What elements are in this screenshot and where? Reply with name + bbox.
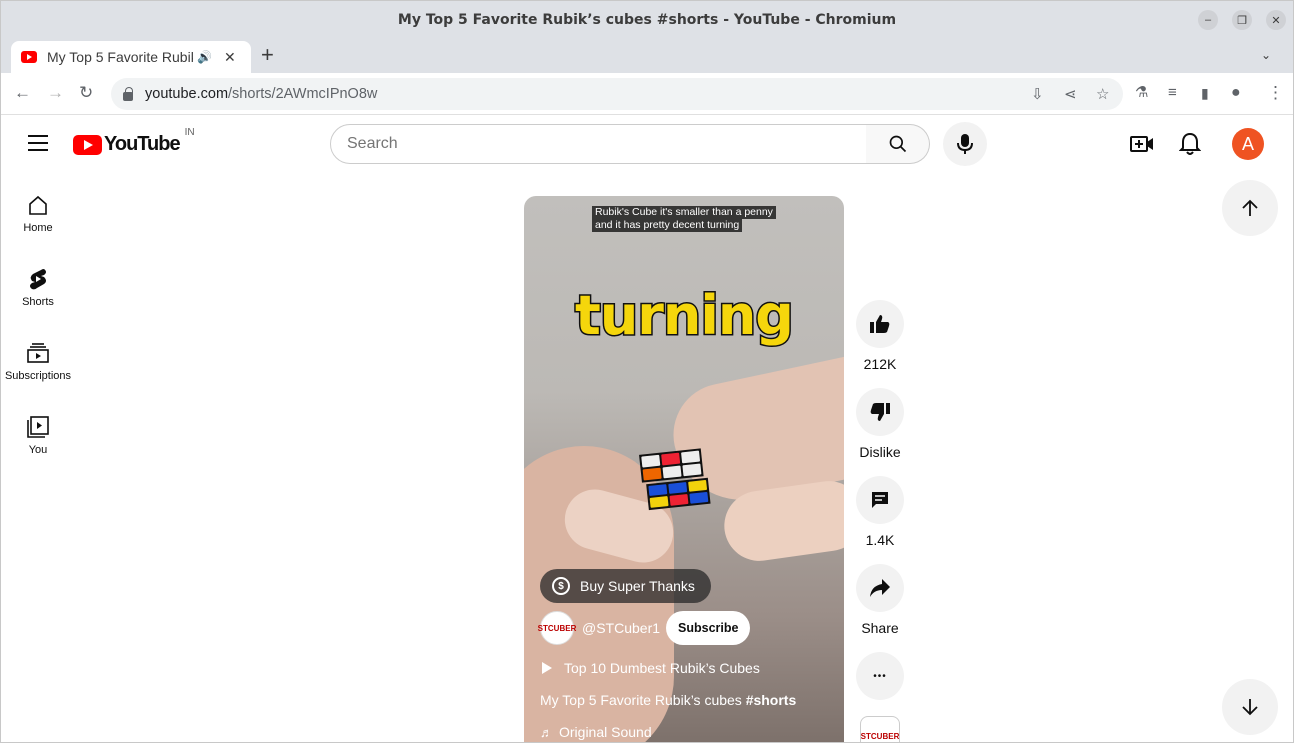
browser-menu-icon[interactable]: ⋮ [1267, 83, 1284, 103]
share-label: Share [861, 620, 899, 636]
music-note-icon: ♬ [540, 724, 553, 740]
video-caption: Rubik's Cube it's smaller than a penny an… [592, 206, 776, 232]
country-code: IN [184, 127, 195, 138]
related-video-title: Top 10 Dumbest Rubik’s Cubes [564, 660, 760, 676]
subscriptions-icon [27, 343, 49, 363]
forward-icon[interactable]: → [47, 83, 64, 103]
thumbs-up-icon [870, 315, 890, 333]
guide-menu-icon[interactable] [28, 135, 48, 156]
super-thanks-label: Buy Super Thanks [580, 578, 695, 594]
home-icon [29, 195, 47, 215]
create-video-icon[interactable] [1130, 133, 1154, 160]
youtube-logo[interactable]: YouTube IN [73, 127, 195, 156]
guide-label-you: You [28, 444, 48, 456]
guide-label-shorts: Shorts [22, 296, 54, 308]
reload-icon[interactable]: ↻ [79, 83, 93, 103]
arrow-up-icon [1242, 199, 1258, 216]
more-actions-button[interactable]: ••• [856, 652, 904, 700]
close-window-button[interactable]: ✕ [1266, 10, 1286, 30]
youtube-favicon-icon [21, 51, 37, 63]
play-icon [542, 662, 552, 674]
dislike-button[interactable] [856, 388, 904, 436]
restore-button[interactable]: ❐ [1232, 10, 1252, 30]
youtube-wordmark: YouTube [104, 133, 181, 155]
rubiks-cube-image [639, 448, 715, 515]
back-icon[interactable]: ← [14, 83, 31, 103]
browser-toolbar: ← → ↻ youtube.com/shorts/2AWmcIPnO8w ⇩ ⋖… [1, 73, 1293, 115]
comments-button[interactable] [856, 476, 904, 524]
share-arrow-icon [870, 579, 890, 597]
sound-label: Original Sound [559, 724, 652, 740]
thumbs-down-icon [870, 403, 890, 421]
guide-label-home: Home [23, 222, 53, 234]
media-controls-icon[interactable]: ≡ [1168, 83, 1177, 103]
search-icon [889, 135, 906, 153]
share-action: Share [856, 564, 904, 636]
notifications-bell-icon[interactable] [1178, 132, 1202, 161]
sound-thumbnail[interactable]: STCUBER [860, 716, 900, 742]
comments-action: 1.4K [856, 476, 904, 548]
channel-avatar[interactable]: STCUBER [538, 611, 576, 645]
tab-strip: My Top 5 Favorite Rubik’s cubes #shorts … [1, 39, 1293, 73]
youtube-play-icon [73, 134, 102, 155]
tab-title: My Top 5 Favorite Rubik’s cubes #shorts … [47, 49, 193, 65]
guide-label-subscriptions: Subscriptions [4, 370, 72, 382]
window-title: My Top 5 Favorite Rubik’s cubes #shorts … [397, 12, 897, 28]
share-icon[interactable]: ⋖ [1064, 85, 1077, 103]
channel-handle[interactable]: @STCuber1 [582, 620, 660, 636]
voice-search-button[interactable] [943, 122, 987, 166]
comment-count: 1.4K [865, 532, 895, 548]
super-thanks-icon: $ [552, 577, 570, 595]
buy-super-thanks-button[interactable]: $ Buy Super Thanks [540, 569, 711, 603]
profile-icon[interactable]: ● [1231, 83, 1241, 103]
subscribe-button[interactable]: Subscribe [666, 611, 751, 645]
install-app-icon[interactable]: ⇩ [1031, 85, 1044, 103]
guide-item-subscriptions[interactable]: Subscriptions [1, 342, 75, 382]
video-overlay-word: turning [574, 283, 796, 349]
related-video-link[interactable]: Top 10 Dumbest Rubik’s Cubes [542, 660, 760, 676]
arrow-down-icon [1242, 699, 1258, 716]
bookmark-star-icon[interactable]: ☆ [1096, 85, 1109, 103]
address-bar[interactable]: youtube.com/shorts/2AWmcIPnO8w ⇩ ⋖ ☆ [111, 78, 1123, 110]
you-library-icon [27, 416, 49, 438]
browser-window: My Top 5 Favorite Rubik’s cubes #shorts … [0, 0, 1294, 743]
title-bar: My Top 5 Favorite Rubik’s cubes #shorts … [1, 1, 1293, 39]
shorts-icon [30, 269, 46, 290]
more-action: ••• [856, 652, 904, 700]
comment-icon [872, 492, 888, 508]
url-text[interactable]: youtube.com/shorts/2AWmcIPnO8w [145, 86, 377, 102]
guide-item-shorts[interactable]: Shorts [1, 268, 75, 308]
microphone-icon [957, 134, 973, 154]
dislike-action: Dislike [856, 388, 904, 460]
short-video-player[interactable]: Rubik's Cube it's smaller than a penny an… [524, 196, 844, 742]
lock-icon[interactable] [123, 86, 133, 101]
close-tab-icon[interactable]: ✕ [224, 49, 236, 66]
labs-flask-icon[interactable]: ⚗ [1135, 83, 1148, 103]
minimize-button[interactable]: – [1198, 10, 1218, 30]
search-input[interactable] [330, 124, 867, 164]
side-panel-icon[interactable]: ▮ [1201, 83, 1209, 103]
account-avatar[interactable]: A [1232, 128, 1264, 160]
more-dots-icon: ••• [873, 670, 887, 682]
like-action: 212K [856, 300, 904, 372]
audio-playing-icon[interactable]: 🔊 [197, 50, 212, 64]
original-sound-link[interactable]: ♬ Original Sound [540, 724, 652, 740]
video-title[interactable]: My Top 5 Favorite Rubik’s cubes #shorts [540, 692, 796, 708]
tab-search-chevron-icon[interactable]: ⌄ [1261, 48, 1271, 62]
guide-item-you[interactable]: You [1, 416, 75, 456]
dislike-label: Dislike [859, 444, 901, 460]
like-count: 212K [863, 356, 897, 372]
guide-item-home[interactable]: Home [1, 194, 75, 234]
search-button[interactable] [866, 124, 930, 164]
new-tab-button[interactable]: + [261, 44, 274, 66]
tab-active[interactable]: My Top 5 Favorite Rubik’s cubes #shorts … [11, 41, 251, 73]
previous-short-button[interactable] [1222, 180, 1278, 236]
share-button[interactable] [856, 564, 904, 612]
channel-row: STCUBER @STCuber1 Subscribe [538, 611, 751, 645]
like-button[interactable] [856, 300, 904, 348]
next-short-button[interactable] [1222, 679, 1278, 735]
